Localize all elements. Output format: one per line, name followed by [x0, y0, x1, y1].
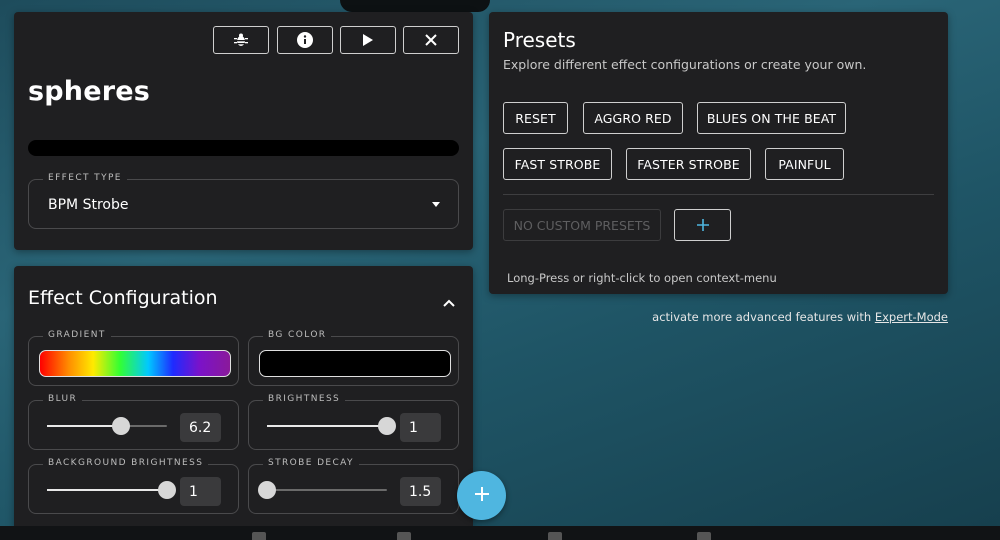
expert-mode-link[interactable]: Expert-Mode: [875, 310, 948, 324]
effect-card: spheres EFFECT TYPE BPM Strobe: [14, 12, 473, 250]
progress-bar: [28, 140, 459, 156]
gradient-field: GRADIENT: [28, 330, 239, 386]
play-button[interactable]: [340, 26, 396, 54]
brightness-slider[interactable]: [267, 417, 396, 435]
preset-faster-strobe-button[interactable]: FASTER STROBE: [626, 148, 751, 180]
gradient-label: GRADIENT: [43, 330, 111, 340]
blur-input[interactable]: 6.2: [180, 413, 221, 442]
preset-aggro-red-button[interactable]: AGGRO RED: [583, 102, 683, 134]
chevron-up-icon[interactable]: [443, 292, 455, 311]
close-button[interactable]: [403, 26, 459, 54]
plus-icon: [474, 486, 489, 505]
effect-type-label: EFFECT TYPE: [43, 173, 127, 183]
preset-blues-on-the-beat-button[interactable]: BLUES ON THE BEAT: [697, 102, 846, 134]
presets-divider: [503, 194, 934, 195]
effect-type-select[interactable]: EFFECT TYPE BPM Strobe: [28, 173, 459, 229]
expert-mode-line: activate more advanced features with Exp…: [652, 310, 948, 324]
presets-title: Presets: [503, 28, 576, 52]
top-notch: [340, 0, 490, 12]
bottom-navigation-bar: [0, 526, 1000, 540]
preset-painful-button[interactable]: PAINFUL: [765, 148, 844, 180]
presets-card: Presets Explore different effect configu…: [489, 12, 948, 294]
presets-hint: Long-Press or right-click to open contex…: [507, 271, 777, 285]
presets-subtitle: Explore different effect configurations …: [503, 57, 867, 72]
brightness-field: BRIGHTNESS 1: [248, 394, 459, 450]
preset-fast-strobe-button[interactable]: FAST STROBE: [503, 148, 612, 180]
close-icon: [425, 34, 437, 46]
blur-slider-fill: [47, 425, 122, 427]
debug-button[interactable]: [213, 26, 269, 54]
background-brightness-slider-fill: [47, 489, 167, 491]
brightness-input[interactable]: 1: [400, 413, 441, 442]
background-brightness-slider[interactable]: [47, 481, 176, 499]
background-brightness-slider-thumb[interactable]: [158, 481, 176, 499]
add-effect-fab[interactable]: [457, 471, 506, 520]
play-icon: [363, 34, 373, 46]
nav-devices-icon[interactable]: [397, 532, 411, 540]
strobe-decay-slider[interactable]: [258, 481, 387, 499]
blur-field: BLUR 6.2: [28, 394, 239, 450]
bg-color-label: BG COLOR: [263, 330, 332, 340]
nav-home-icon[interactable]: [252, 532, 266, 540]
bg-color-picker[interactable]: [259, 350, 451, 377]
add-preset-button[interactable]: [674, 209, 731, 241]
info-button[interactable]: [277, 26, 333, 54]
blur-label: BLUR: [43, 394, 83, 404]
brightness-slider-fill: [267, 425, 387, 427]
nav-scenes-icon[interactable]: [548, 532, 562, 540]
no-custom-presets-button: NO CUSTOM PRESETS: [503, 209, 661, 241]
plus-icon: [696, 216, 709, 235]
strobe-decay-field: STROBE DECAY 1.5: [248, 458, 459, 514]
gradient-picker[interactable]: [39, 350, 231, 377]
bg-color-field: BG COLOR: [248, 330, 459, 386]
background-brightness-input[interactable]: 1: [180, 477, 221, 506]
info-icon: [297, 32, 313, 48]
bug-icon: [234, 33, 248, 47]
effect-configuration-card: Effect Configuration GRADIENT BG COLOR B…: [14, 266, 473, 530]
brightness-label: BRIGHTNESS: [263, 394, 346, 404]
strobe-decay-input[interactable]: 1.5: [400, 477, 441, 506]
config-title: Effect Configuration: [28, 287, 218, 309]
effect-name: spheres: [28, 76, 151, 107]
background-brightness-field: BACKGROUND BRIGHTNESS 1: [28, 458, 239, 514]
effect-type-value: BPM Strobe: [48, 197, 129, 213]
expert-mode-text: activate more advanced features with: [652, 310, 875, 324]
strobe-decay-slider-thumb[interactable]: [258, 481, 276, 499]
strobe-decay-label: STROBE DECAY: [263, 458, 359, 468]
blur-slider-thumb[interactable]: [112, 417, 131, 435]
nav-settings-icon[interactable]: [697, 532, 711, 540]
background-brightness-label: BACKGROUND BRIGHTNESS: [43, 458, 209, 468]
preset-reset-button[interactable]: RESET: [503, 102, 568, 134]
brightness-slider-thumb[interactable]: [378, 417, 396, 435]
blur-slider[interactable]: [47, 417, 167, 435]
dropdown-caret-icon: [432, 202, 440, 207]
